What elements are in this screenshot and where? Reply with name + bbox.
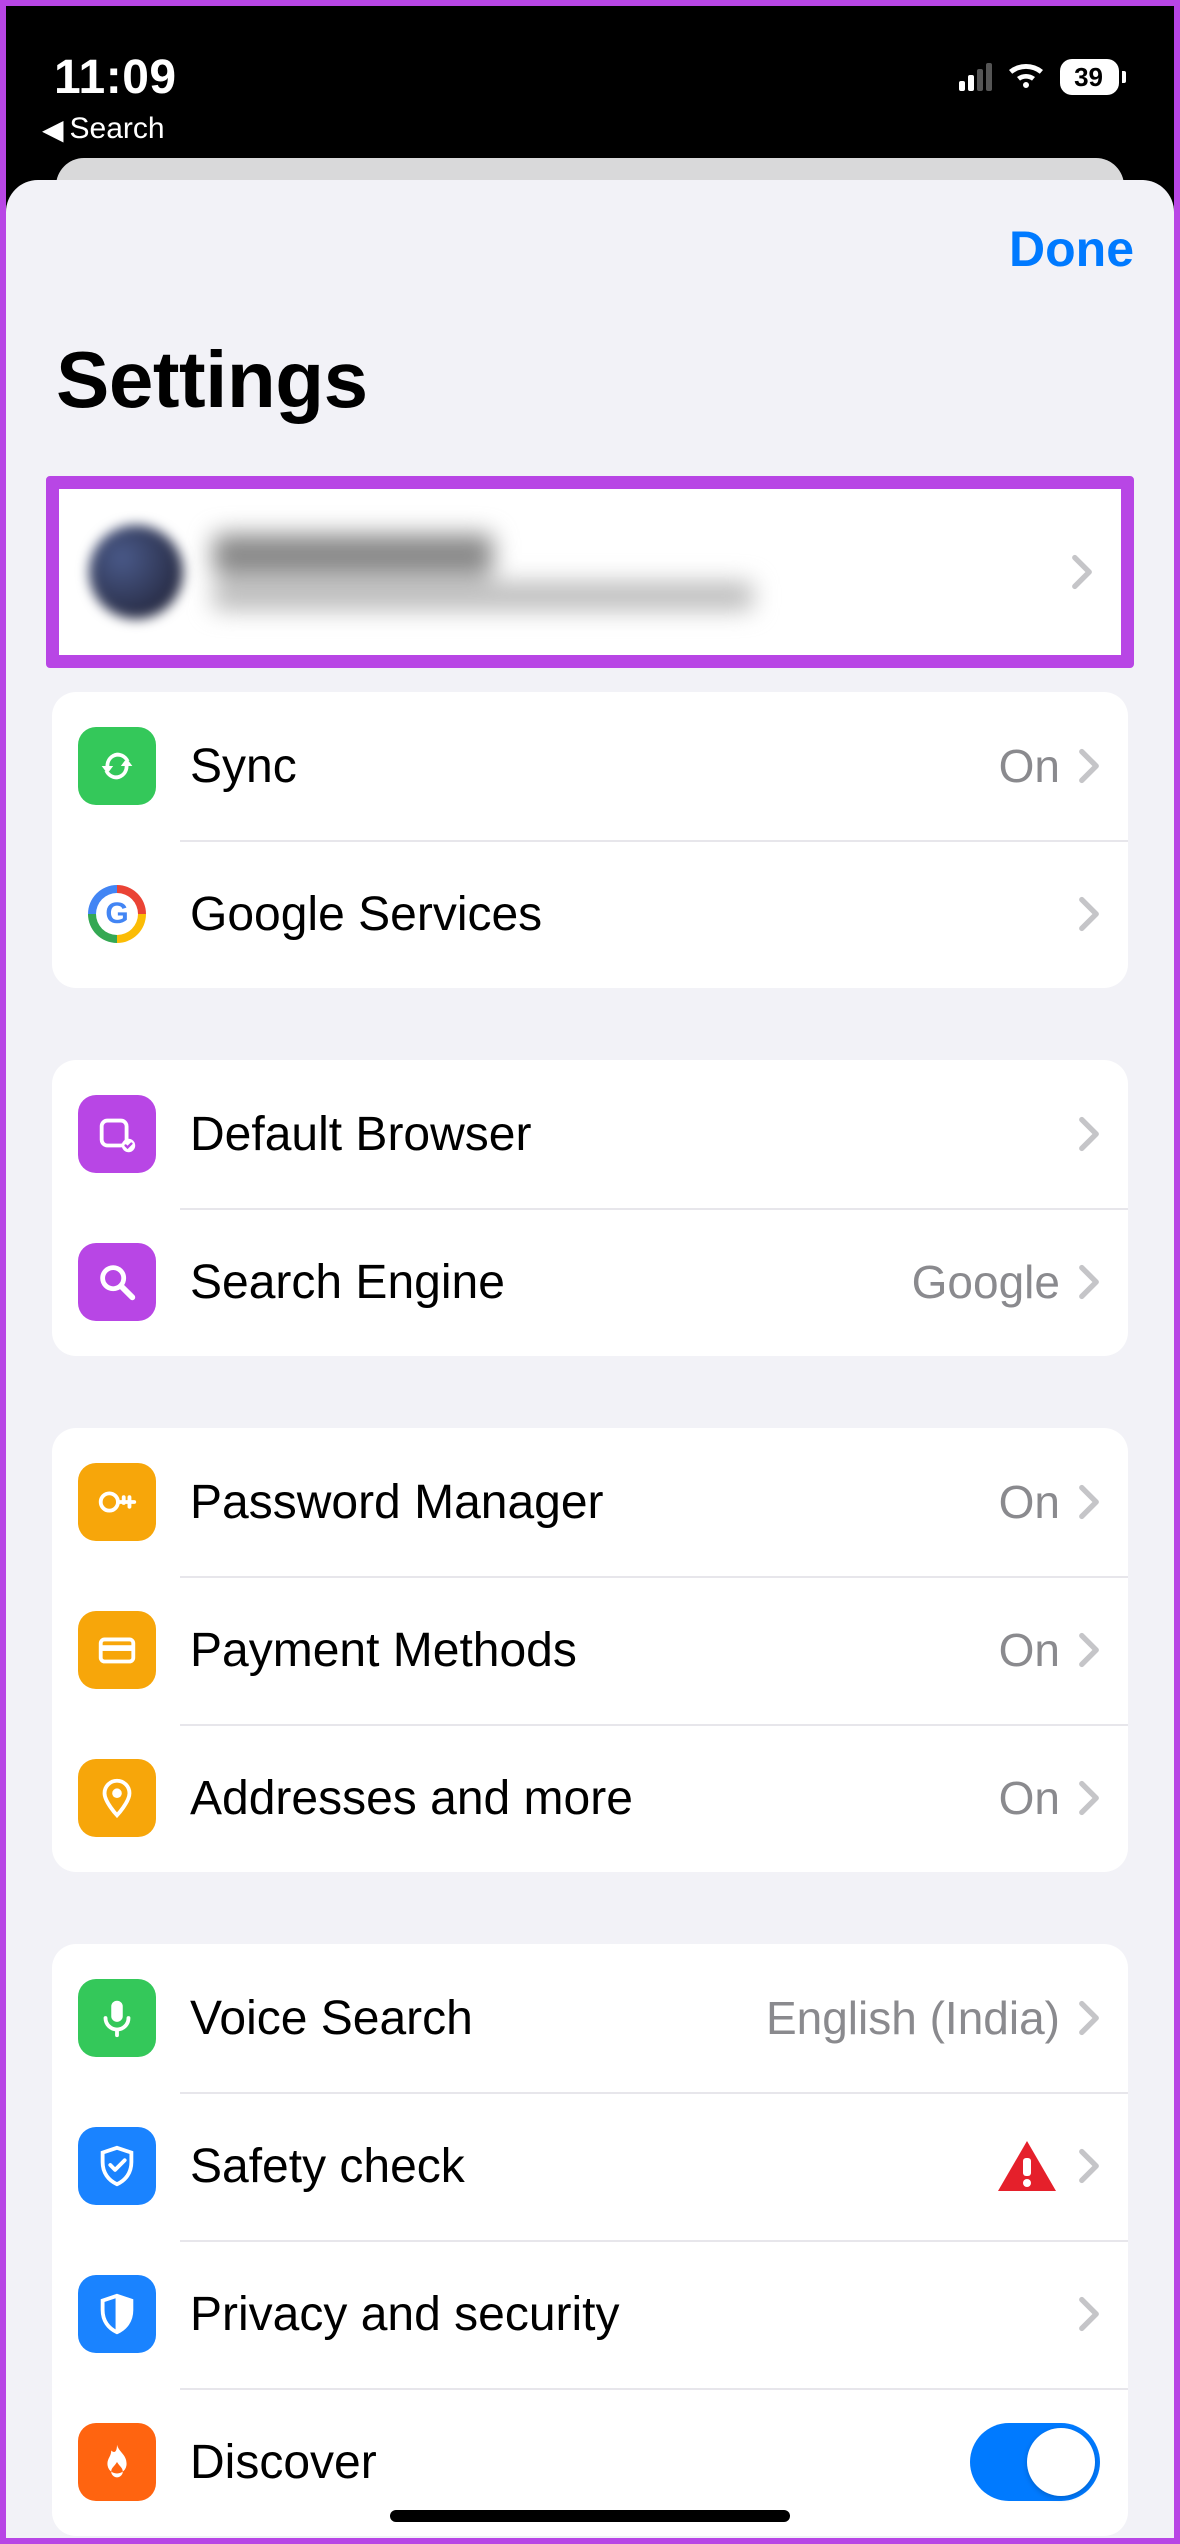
chevron-right-icon <box>1078 1116 1100 1152</box>
shield-check-icon <box>78 2127 156 2205</box>
search-engine-row[interactable]: Search Engine Google <box>52 1208 1128 1356</box>
chevron-right-icon <box>1078 1632 1100 1668</box>
row-value: On <box>999 1475 1060 1529</box>
account-row[interactable] <box>59 489 1121 655</box>
done-button[interactable]: Done <box>1009 220 1134 278</box>
payment-methods-row[interactable]: Payment Methods On <box>52 1576 1128 1724</box>
account-redacted <box>213 534 1071 610</box>
shield-icon <box>78 2275 156 2353</box>
browser-icon <box>78 1095 156 1173</box>
cellular-icon <box>959 63 992 91</box>
page-title: Settings <box>6 278 1174 476</box>
voice-search-row[interactable]: Voice Search English (India) <box>52 1944 1128 2092</box>
row-value: Google <box>912 1255 1060 1309</box>
status-bar: 11:09 39 <box>6 6 1174 106</box>
chevron-right-icon <box>1078 2000 1100 2036</box>
sync-icon <box>78 727 156 805</box>
search-icon <box>78 1243 156 1321</box>
chevron-right-icon <box>1078 2148 1100 2184</box>
password-manager-row[interactable]: Password Manager On <box>52 1428 1128 1576</box>
discover-toggle[interactable] <box>970 2423 1100 2501</box>
row-value: On <box>999 1771 1060 1825</box>
row-value: On <box>999 739 1060 793</box>
row-label: Default Browser <box>190 1107 1078 1162</box>
row-label: Discover <box>190 2435 970 2490</box>
row-label: Sync <box>190 739 999 794</box>
chevron-right-icon <box>1078 1264 1100 1300</box>
google-icon <box>88 885 146 943</box>
microphone-icon <box>78 1979 156 2057</box>
chevron-right-icon <box>1078 1484 1100 1520</box>
addresses-row[interactable]: Addresses and more On <box>52 1724 1128 1872</box>
row-label: Voice Search <box>190 1991 766 2046</box>
credit-card-icon <box>78 1611 156 1689</box>
chevron-right-icon <box>1078 748 1100 784</box>
wifi-icon <box>1006 62 1046 92</box>
row-label: Search Engine <box>190 1255 912 1310</box>
pin-icon <box>78 1759 156 1837</box>
row-label: Addresses and more <box>190 1771 999 1826</box>
back-chevron-icon: ◀ <box>42 113 64 146</box>
chevron-right-icon <box>1078 896 1100 932</box>
safety-check-row[interactable]: Safety check <box>52 2092 1128 2240</box>
back-label: Search <box>70 112 165 146</box>
row-value: English (India) <box>766 1991 1060 2045</box>
settings-sheet: Done Settings <box>6 180 1174 2538</box>
sync-row[interactable]: Sync On <box>52 692 1128 840</box>
row-label: Google Services <box>190 887 1078 942</box>
chevron-right-icon <box>1078 2296 1100 2332</box>
account-highlight <box>46 476 1134 668</box>
default-browser-row[interactable]: Default Browser <box>52 1060 1128 1208</box>
privacy-security-row[interactable]: Privacy and security <box>52 2240 1128 2388</box>
row-label: Password Manager <box>190 1475 999 1530</box>
battery-icon: 39 <box>1060 59 1119 95</box>
row-label: Payment Methods <box>190 1623 999 1678</box>
row-value: On <box>999 1623 1060 1677</box>
row-label: Safety check <box>190 2139 996 2194</box>
avatar <box>89 525 183 619</box>
home-indicator[interactable] <box>390 2510 790 2522</box>
chevron-right-icon <box>1071 554 1093 590</box>
chevron-right-icon <box>1078 1780 1100 1816</box>
status-time: 11:09 <box>54 8 177 105</box>
google-services-row[interactable]: Google Services <box>52 840 1128 988</box>
flame-icon <box>78 2423 156 2501</box>
warning-icon <box>996 2138 1058 2194</box>
back-to-search[interactable]: ◀ Search <box>6 106 1174 166</box>
row-label: Privacy and security <box>190 2287 1078 2342</box>
key-icon <box>78 1463 156 1541</box>
